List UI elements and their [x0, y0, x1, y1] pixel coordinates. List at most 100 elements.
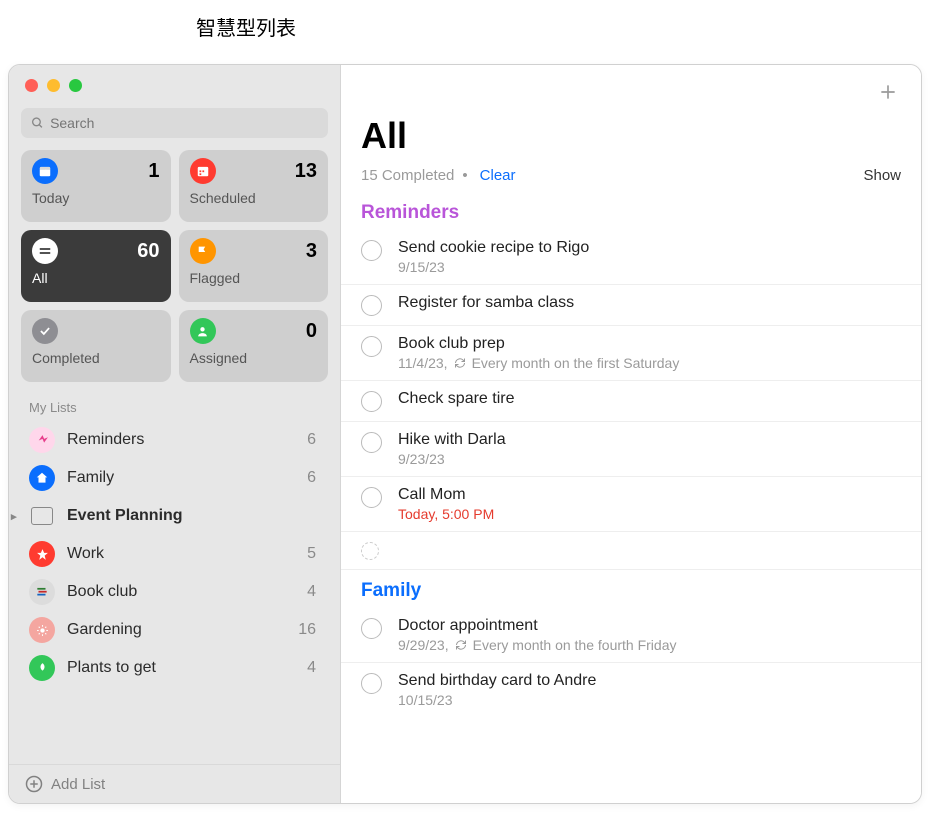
add-list-button[interactable]: Add List — [9, 764, 340, 803]
my-lists-header: My Lists — [9, 386, 340, 421]
reminder-title: Send cookie recipe to Rigo — [398, 239, 589, 257]
reminder-item[interactable]: Book club prep11/4/23, Every month on th… — [341, 326, 921, 381]
smart-card-completed[interactable]: Completed — [21, 310, 171, 382]
reminder-meta: 9/23/23 — [398, 451, 506, 467]
list-count: 6 — [307, 469, 320, 487]
close-button[interactable] — [25, 79, 38, 92]
sidebar: 41Today13Scheduled60All3FlaggedCompleted… — [9, 65, 341, 803]
list-row-family[interactable]: Family 6 — [9, 459, 340, 497]
list-name: Event Planning — [67, 507, 183, 525]
list-row-gardening[interactable]: Gardening 16 — [9, 611, 340, 649]
new-reminder-row[interactable] — [341, 532, 921, 570]
list-row-work[interactable]: Work5 — [9, 535, 340, 573]
minimize-button[interactable] — [47, 79, 60, 92]
search-icon — [31, 116, 44, 130]
list-row-event-planning[interactable]: ▸ Event Planning — [9, 497, 340, 535]
window-controls — [9, 65, 340, 102]
list-name: Gardening — [67, 621, 142, 639]
search-input[interactable] — [50, 115, 318, 131]
list-row-plants-to-get[interactable]: Plants to get 4 — [9, 649, 340, 687]
app-window: 41Today13Scheduled60All3FlaggedCompleted… — [8, 64, 922, 804]
reminder-meta: 10/15/23 — [398, 692, 596, 708]
main-pane: All 15 Completed • Clear Show RemindersS… — [341, 65, 921, 803]
list-count: 4 — [307, 659, 320, 677]
list-count: 16 — [298, 621, 320, 639]
reminder-item[interactable]: Hike with Darla9/23/23 — [341, 422, 921, 477]
repeat-icon — [454, 357, 466, 369]
reminder-item[interactable]: Doctor appointment 9/29/23, Every month o… — [341, 608, 921, 663]
reminder-title: Call Mom — [398, 486, 494, 504]
list-icon — [29, 655, 55, 681]
reminder-item[interactable]: Send birthday card to Andre 10/15/23 — [341, 663, 921, 717]
list-name: Book club — [67, 583, 137, 601]
section-header-family: Family — [341, 570, 921, 608]
smart-count: 0 — [306, 320, 317, 343]
list-icon — [29, 465, 55, 491]
reminder-title: Register for samba class — [398, 294, 574, 312]
reminder-radio[interactable] — [361, 432, 382, 453]
list-name: Plants to get — [67, 659, 156, 677]
smart-count: 60 — [137, 240, 159, 263]
reminder-item[interactable]: Check spare tire — [341, 381, 921, 422]
reminder-radio[interactable] — [361, 618, 382, 639]
smart-card-flagged[interactable]: 3 Flagged — [179, 230, 329, 302]
list-icon — [29, 617, 55, 643]
smart-label: Flagged — [190, 270, 318, 286]
smart-label: All — [32, 270, 160, 286]
smart-card-scheduled[interactable]: 13Scheduled — [179, 150, 329, 222]
section-header-reminders: Reminders — [341, 192, 921, 230]
smart-card-today[interactable]: 4 1 Today — [21, 150, 171, 222]
smart-card-all[interactable]: 60 All — [21, 230, 171, 302]
reminder-radio[interactable] — [361, 295, 382, 316]
completed-bar: 15 Completed • Clear Show — [341, 157, 921, 192]
plus-icon — [878, 82, 898, 102]
reminder-radio[interactable] — [361, 336, 382, 357]
list-count: 4 — [307, 583, 320, 601]
smart-card-assigned[interactable]: 0 Assigned — [179, 310, 329, 382]
list-icon — [29, 579, 55, 605]
reminder-item[interactable]: Register for samba class — [341, 285, 921, 326]
search-field[interactable] — [21, 108, 328, 138]
clear-button[interactable]: Clear — [480, 167, 516, 184]
plus-circle-icon — [25, 775, 43, 793]
smart-count: 1 — [148, 160, 159, 183]
today-icon: 4 — [32, 158, 58, 184]
list-icon — [29, 427, 55, 453]
list-name: Family — [67, 469, 114, 487]
reminder-meta: Today, 5:00 PM — [398, 506, 494, 522]
smart-lists: 4 1 Today 13Scheduled 60 All 3 Flagged Completed… — [9, 144, 340, 386]
scheduled-icon — [190, 158, 216, 184]
show-button[interactable]: Show — [863, 167, 901, 184]
reminder-content: RemindersSend cookie recipe to Rigo9/15/… — [341, 192, 921, 803]
reminder-radio[interactable] — [361, 487, 382, 508]
smart-label: Scheduled — [190, 190, 318, 206]
reminder-item[interactable]: Call Mom Today, 5:00 PM — [341, 477, 921, 532]
chevron-right-icon: ▸ — [11, 510, 17, 523]
add-list-label: Add List — [51, 776, 105, 793]
folder-icon — [29, 503, 55, 529]
annotation-label: 智慧型列表 — [196, 12, 296, 41]
list-name: Reminders — [67, 431, 144, 449]
new-reminder-radio[interactable] — [361, 542, 379, 560]
lists: Reminders6Family6▸Event PlanningWork5Boo… — [9, 421, 340, 764]
add-reminder-button[interactable] — [873, 77, 903, 107]
reminder-title: Doctor appointment — [398, 617, 676, 635]
list-row-book-club[interactable]: Book club 4 — [9, 573, 340, 611]
reminder-title: Send birthday card to Andre — [398, 672, 596, 690]
reminder-radio[interactable] — [361, 673, 382, 694]
reminder-meta: 9/29/23, Every month on the fourth Frida… — [398, 637, 676, 653]
smart-label: Assigned — [190, 350, 318, 366]
smart-label: Today — [32, 190, 160, 206]
list-row-reminders[interactable]: Reminders 6 — [9, 421, 340, 459]
reminder-radio[interactable] — [361, 240, 382, 261]
list-count: 5 — [307, 545, 320, 563]
reminder-radio[interactable] — [361, 391, 382, 412]
page-title: All — [361, 115, 901, 157]
completed-icon — [32, 318, 58, 344]
reminder-title: Check spare tire — [398, 390, 515, 408]
smart-label: Completed — [32, 350, 160, 366]
maximize-button[interactable] — [69, 79, 82, 92]
smart-count: 3 — [306, 240, 317, 263]
reminder-item[interactable]: Send cookie recipe to Rigo9/15/23 — [341, 230, 921, 285]
list-count: 6 — [307, 431, 320, 449]
